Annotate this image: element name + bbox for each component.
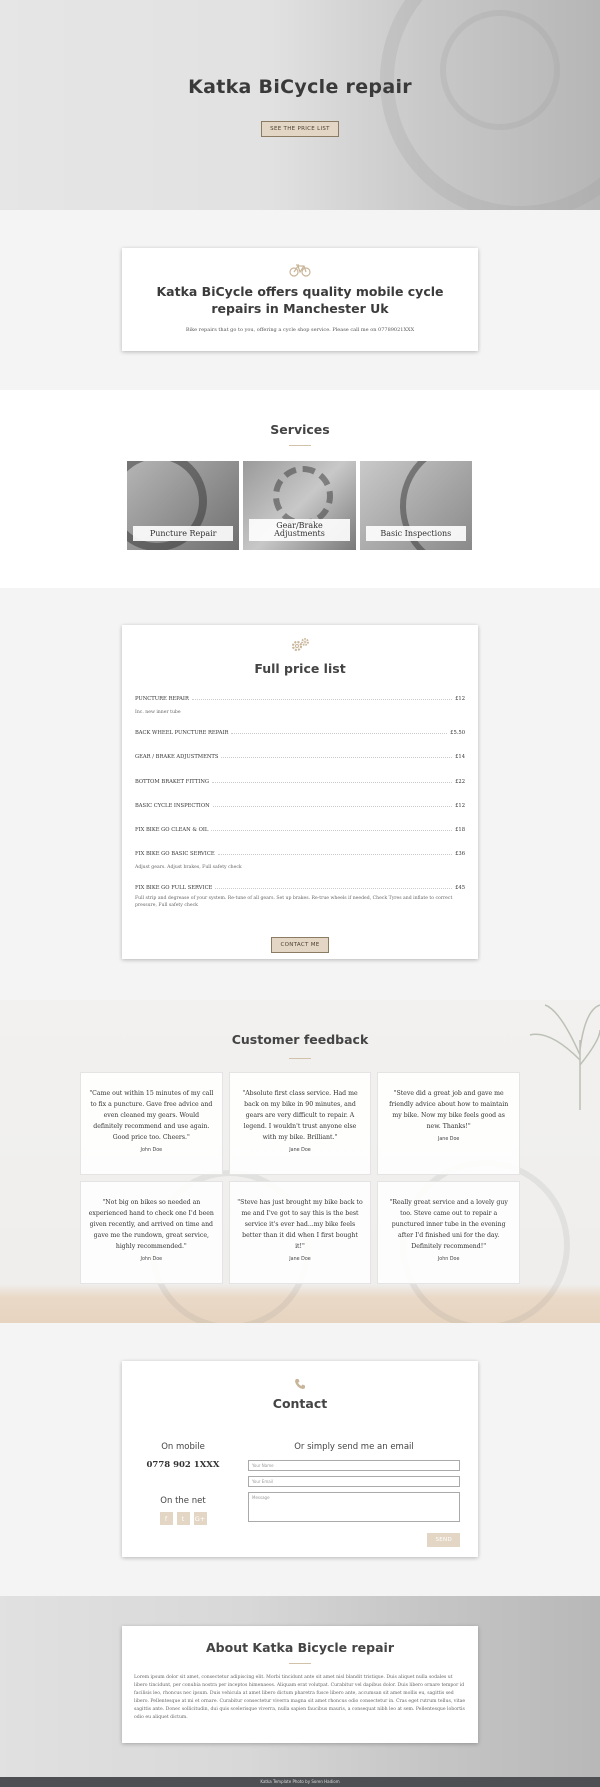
- price-item-name: BOTTOM BRAKET FITTING: [135, 779, 210, 785]
- feedback-quote: "Absolute first class service. Had me ba…: [242, 1090, 358, 1141]
- title-underline: [289, 1058, 311, 1059]
- google-plus-icon[interactable]: G+: [193, 1512, 207, 1525]
- bicycle-icon: [289, 264, 311, 277]
- about-section: About Katka Bicycle repair Lorem ipsum d…: [0, 1596, 600, 1777]
- feedback-card: "Really great service and a lovely guy t…: [377, 1181, 520, 1284]
- price-item: FIX BIKE GO FULL SERVICE £45 Full strip a…: [135, 885, 465, 909]
- net-heading: On the net: [160, 1496, 206, 1506]
- price-list-title: Full price list: [254, 661, 346, 676]
- service-tile-puncture[interactable]: Puncture Repair: [127, 461, 240, 550]
- contact-section: Contact On mobile 0778 902 1XXX On the n…: [0, 1323, 600, 1596]
- mobile-number[interactable]: 0778 902 1XXX: [122, 1460, 244, 1470]
- title-underline: [289, 445, 311, 446]
- footer-credit: Katka Template Photo by Soren Hadiom: [260, 1779, 340, 1784]
- intro-card: Katka BiCycle offers quality mobile cycl…: [122, 248, 478, 351]
- price-item-price: £12: [455, 803, 465, 809]
- name-field[interactable]: Your Name: [248, 1460, 460, 1471]
- price-item-price: £14: [455, 754, 465, 760]
- feedback-author: Jane Doe: [437, 1137, 460, 1142]
- about-text: Lorem ipsum dolor sit amet, consectetur …: [134, 1675, 466, 1720]
- phone-icon: [295, 1379, 305, 1389]
- facebook-icon[interactable]: f: [159, 1512, 173, 1525]
- feedback-author: John Doe: [140, 1148, 163, 1153]
- services-title: Services: [270, 422, 330, 437]
- price-item-description: Adjust gears. Adjust brakes, Full safety…: [135, 865, 242, 870]
- feedback-quote: "Steve did a great job and gave me frien…: [389, 1090, 509, 1130]
- feedback-quote: "Not big on bikes so needed an experienc…: [88, 1199, 214, 1250]
- footer: Katka Template Photo by Soren Hadiom: [0, 1777, 600, 1787]
- about-card: About Katka Bicycle repair Lorem ipsum d…: [122, 1626, 478, 1743]
- title-underline: [289, 1663, 311, 1664]
- feedback-card: "Not big on bikes so needed an experienc…: [80, 1181, 223, 1284]
- intro-heading: Katka BiCycle offers quality mobile cycl…: [156, 284, 444, 316]
- contact-form: Or simply send me an email Your Name You…: [248, 1442, 460, 1547]
- service-label: Gear/Brake Adjustments: [249, 519, 350, 541]
- price-list-card: Full price list PUNCTURE REPAIR £12 Inc. …: [122, 625, 478, 959]
- email-field[interactable]: Your Email: [248, 1476, 460, 1487]
- feedback-author: John Doe: [140, 1257, 163, 1262]
- feedback-author: Jane Doe: [289, 1148, 311, 1153]
- feedback-section: Customer feedback "Came out within 15 mi…: [0, 1000, 600, 1323]
- feedback-quote: "Steve has just brought my bike back to …: [237, 1199, 363, 1250]
- price-item-price: £18: [455, 827, 465, 833]
- hero-title: Katka BiCycle repair: [188, 76, 412, 98]
- price-item-description: Inc. new inner tube: [135, 710, 181, 715]
- price-item-name: FIX BIKE GO BASIC SERVICE: [135, 851, 215, 857]
- contact-card: Contact On mobile 0778 902 1XXX On the n…: [122, 1361, 478, 1557]
- mobile-heading: On mobile: [161, 1442, 205, 1452]
- service-label: Puncture Repair: [133, 526, 234, 541]
- intro-text: Bike repairs that go to you, offering a …: [185, 327, 415, 333]
- feedback-card: "Steve did a great job and gave me frien…: [377, 1072, 520, 1175]
- social-links: f t G+: [122, 1512, 244, 1525]
- price-item-price: £12: [455, 696, 465, 702]
- feedback-quote: "Really great service and a lovely guy t…: [389, 1199, 508, 1250]
- price-item-name: BACK WHEEL PUNCTURE REPAIR: [135, 730, 229, 736]
- feedback-card: "Came out within 15 minutes of my call t…: [80, 1072, 223, 1175]
- price-item-price: £36: [455, 851, 465, 857]
- about-title: About Katka Bicycle repair: [205, 1640, 394, 1655]
- feedback-quote: "Came out within 15 minutes of my call t…: [89, 1090, 214, 1141]
- price-item-price: £22: [455, 779, 465, 785]
- price-item-price: £45: [455, 885, 465, 891]
- message-field[interactable]: Message: [248, 1492, 460, 1522]
- price-item-name: FIX BIKE GO CLEAN & OIL: [135, 827, 209, 833]
- feedback-author: John Doe: [437, 1257, 460, 1262]
- price-item: PUNCTURE REPAIR £12 Inc. new inner tube: [135, 696, 465, 716]
- contact-title: Contact: [272, 1396, 328, 1411]
- service-tile-gear-brake[interactable]: Gear/Brake Adjustments: [243, 461, 356, 550]
- price-item: BACK WHEEL PUNCTURE REPAIR £5.50: [135, 730, 465, 736]
- service-tile-inspections[interactable]: Basic Inspections: [359, 461, 472, 550]
- price-item: FIX BIKE GO BASIC SERVICE £36 Adjust gear…: [135, 851, 465, 871]
- contact-me-button[interactable]: CONTACT ME: [271, 937, 329, 953]
- feedback-card: "Steve has just brought my bike back to …: [228, 1181, 372, 1284]
- price-item-price: £5.50: [450, 730, 465, 736]
- send-button[interactable]: SEND: [427, 1533, 460, 1547]
- service-label: Basic Inspections: [365, 526, 466, 541]
- email-heading: Or simply send me an email: [294, 1442, 414, 1452]
- price-item: BASIC CYCLE INSPECTION £12: [135, 803, 465, 809]
- contact-info: On mobile 0778 902 1XXX On the net f t G…: [122, 1442, 244, 1525]
- intro-section: Katka BiCycle offers quality mobile cycl…: [0, 210, 600, 390]
- price-item-name: PUNCTURE REPAIR: [135, 696, 189, 702]
- services-tiles: Puncture Repair Gear/Brake Adjustments B…: [127, 461, 472, 550]
- feedback-title: Customer feedback: [231, 1032, 369, 1047]
- twitter-icon[interactable]: t: [176, 1512, 190, 1525]
- hero-section: Katka BiCycle repair SEE THE PRICE LIST: [0, 0, 600, 210]
- price-list-section: Full price list PUNCTURE REPAIR £12 Inc. …: [0, 588, 600, 1000]
- price-item-description: Full strip and degrease of your system. …: [135, 896, 453, 908]
- price-item-name: GEAR / BRAKE ADJUSTMENTS: [135, 754, 219, 760]
- services-section: Services Puncture Repair Gear/Brake Adju…: [0, 390, 600, 588]
- plant-image: [529, 1004, 600, 1110]
- feedback-author: Jane Doe: [289, 1257, 311, 1262]
- price-item-name: FIX BIKE GO FULL SERVICE: [135, 885, 213, 891]
- price-item-name: BASIC CYCLE INSPECTION: [135, 803, 210, 809]
- price-item: BOTTOM BRAKET FITTING £22: [135, 779, 465, 785]
- feedback-card: "Absolute first class service. Had me ba…: [228, 1072, 372, 1175]
- price-item: GEAR / BRAKE ADJUSTMENTS £14: [135, 754, 465, 760]
- see-price-list-button[interactable]: SEE THE PRICE LIST: [261, 121, 339, 137]
- price-item: FIX BIKE GO CLEAN & OIL £18: [135, 827, 465, 833]
- gears-icon: [291, 638, 309, 652]
- feedback-grid: "Came out within 15 minutes of my call t…: [80, 1072, 520, 1284]
